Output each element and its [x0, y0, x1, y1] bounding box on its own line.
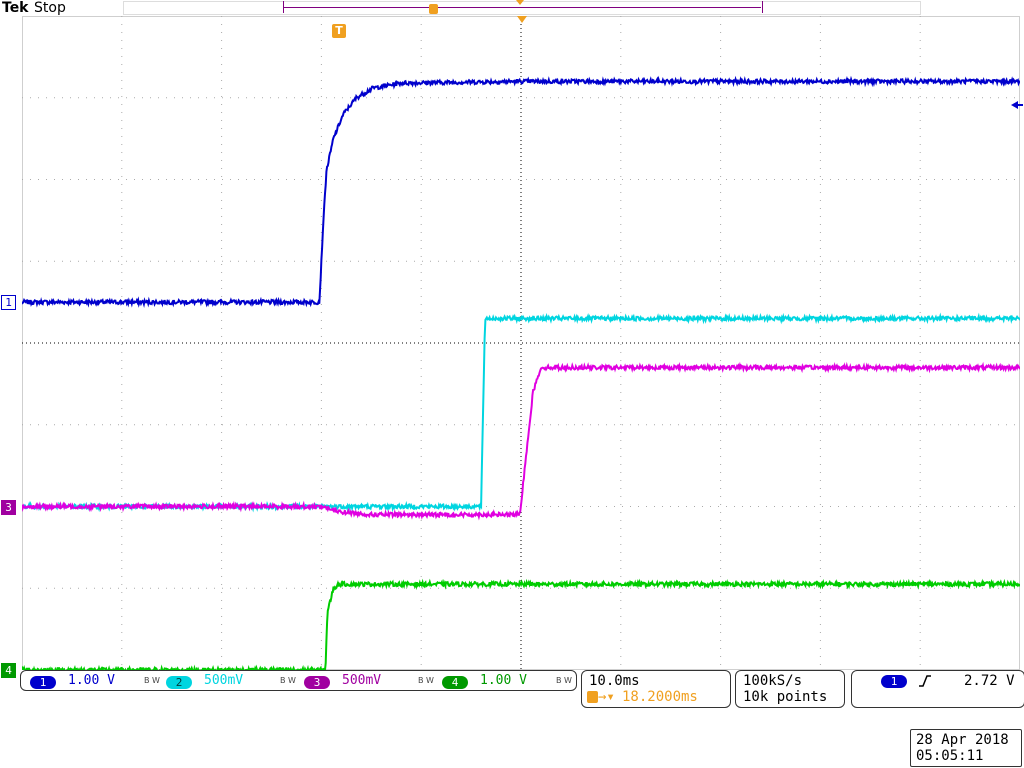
waveform-plot	[22, 16, 1020, 670]
trigger-position-value: 18.2000ms	[622, 689, 698, 705]
timebase-scale: 10.0ms	[589, 673, 640, 689]
bandwidth-limit-icon: B W	[418, 676, 434, 685]
trace-channel-1	[22, 75, 1020, 308]
brand-label: Tek	[2, 0, 29, 16]
time-readout: 05:05:11	[916, 748, 984, 764]
trigger-position-arrow: →▾	[598, 689, 615, 705]
bandwidth-limit-icon: B W	[280, 676, 296, 685]
trigger-level-tick	[1017, 104, 1023, 106]
trigger-position-marker-icon[interactable]: T	[332, 24, 346, 38]
channel-scale-4: 1.00 V	[480, 673, 527, 688]
record-length: 10k points	[743, 689, 828, 705]
channel-scale-3: 500mV	[342, 673, 382, 688]
plot-area	[22, 16, 1020, 670]
channel-badge-4[interactable]: 4	[442, 676, 468, 689]
channel-badge-1[interactable]: 1	[30, 676, 56, 689]
channel-scale-2: 500mV	[204, 673, 244, 688]
ground-marker-channel-4[interactable]: 4	[1, 663, 16, 678]
ground-marker-channel-3[interactable]: 3	[1, 499, 16, 515]
trigger-position-icon	[587, 691, 598, 703]
channel-badge-3[interactable]: 3	[304, 676, 330, 689]
date-readout: 28 Apr 2018	[916, 732, 1009, 748]
record-center-marker-icon	[516, 0, 524, 5]
rising-edge-icon	[919, 675, 931, 687]
bandwidth-limit-icon: B W	[556, 676, 572, 685]
trigger-source-badge: 1	[881, 675, 907, 688]
graticule-border	[22, 16, 1020, 670]
channel-scale-1: 1.00 V	[68, 673, 115, 688]
trigger-level: 2.72 V	[964, 673, 1015, 689]
sample-rate: 100kS/s	[743, 673, 803, 689]
ground-marker-channel-1[interactable]: 1	[1, 295, 16, 311]
horizontal-center-marker-icon	[517, 16, 527, 23]
record-view-line	[283, 7, 761, 8]
channel-badge-2[interactable]: 2	[166, 676, 192, 689]
acquisition-status: Stop	[34, 0, 66, 16]
record-trigger-icon	[429, 4, 438, 14]
bandwidth-limit-icon: B W	[144, 676, 160, 685]
